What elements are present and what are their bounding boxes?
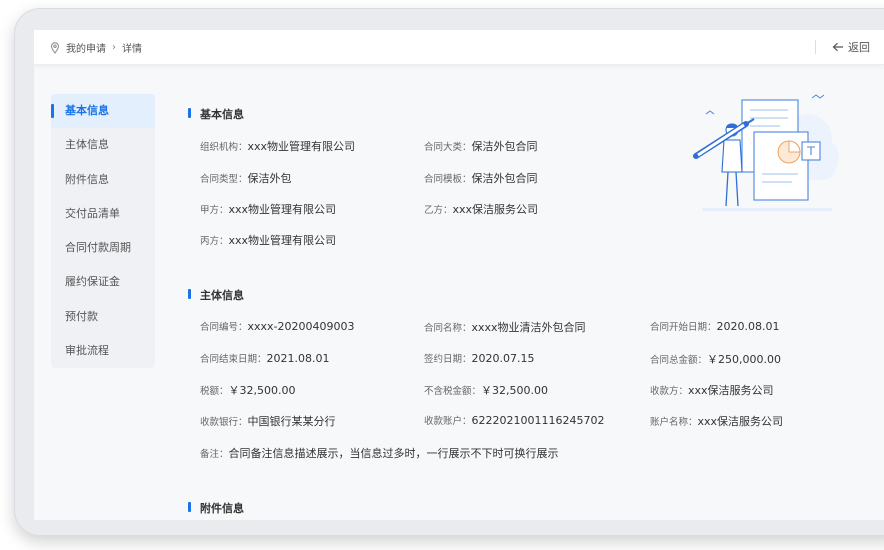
field-end-date: 合同结束日期：2021.08.01 bbox=[200, 351, 330, 365]
field-value: xxxx-20200409003 bbox=[247, 320, 355, 333]
field-account: 收款账户：6222021001116245702 bbox=[424, 413, 605, 427]
field-label: 合同模板： bbox=[424, 174, 472, 185]
breadcrumb: 我的申请 › 详情 bbox=[50, 40, 142, 55]
field-label: 收款账户： bbox=[424, 416, 472, 427]
field-contract-no: 合同编号：xxxx-20200409003 bbox=[200, 319, 355, 333]
sidebar-item-basic-info[interactable]: 基本信息 bbox=[51, 94, 155, 129]
field-account-name: 账户名称：xxx保洁服务公司 bbox=[650, 413, 783, 429]
section-title-basic: 基本信息 bbox=[188, 106, 244, 122]
field-value: 6222021001116245702 bbox=[471, 414, 605, 427]
sidebar-item-label: 预付款 bbox=[65, 309, 98, 323]
contract-illustration bbox=[693, 94, 839, 211]
field-contract-template: 合同模板：保洁外包合同 bbox=[424, 170, 538, 186]
sidebar-item-label: 合同付款周期 bbox=[65, 241, 131, 255]
location-pin-icon bbox=[50, 41, 60, 54]
field-label: 合同类型： bbox=[200, 174, 248, 185]
field-value: xxxx物业清洁外包合同 bbox=[471, 321, 586, 334]
field-value: 保洁外包 bbox=[247, 172, 292, 185]
section-title-subject: 主体信息 bbox=[188, 287, 244, 303]
field-value: 保洁外包合同 bbox=[471, 140, 538, 153]
field-label: 账户名称： bbox=[650, 417, 698, 428]
app-screen: 我的申请 › 详情 返回 基本信息 主体信息 附件信息 交付品清单 合同付款周期… bbox=[34, 30, 884, 520]
field-tax: 税额：￥32,500.00 bbox=[200, 382, 296, 398]
back-label: 返回 bbox=[848, 41, 870, 54]
sidebar-item-label: 交付品清单 bbox=[65, 206, 120, 220]
field-value: xxx保洁服务公司 bbox=[697, 415, 784, 428]
field-value: 2020.08.01 bbox=[716, 320, 780, 333]
field-label: 合同大类： bbox=[424, 142, 472, 153]
field-value: ￥32,500.00 bbox=[481, 384, 548, 397]
field-value: ￥32,500.00 bbox=[228, 384, 296, 397]
divider bbox=[815, 40, 816, 54]
field-label: 合同结束日期： bbox=[200, 354, 267, 365]
sidebar-nav: 基本信息 主体信息 附件信息 交付品清单 合同付款周期 履约保证金 预付款 审批… bbox=[51, 94, 155, 368]
sidebar-item-approval-flow[interactable]: 审批流程 bbox=[51, 334, 155, 368]
sidebar-item-attachments[interactable]: 附件信息 bbox=[51, 163, 155, 197]
field-value: ￥250,000.00 bbox=[707, 353, 781, 366]
breadcrumb-current: 详情 bbox=[122, 44, 142, 55]
field-sign-date: 签约日期：2020.07.15 bbox=[424, 351, 535, 365]
arrow-left-icon bbox=[832, 42, 843, 52]
field-label: 丙方： bbox=[200, 236, 229, 247]
breadcrumb-home-link[interactable]: 我的申请 bbox=[66, 40, 106, 55]
field-remark: 备注：合同备注信息描述展示，当信息过多时，一行展示不下时可换行展示 bbox=[200, 445, 559, 461]
field-party-b: 乙方：xxx保洁服务公司 bbox=[424, 201, 538, 217]
field-value: xxx物业管理有限公司 bbox=[228, 234, 337, 247]
field-value: 2020.07.15 bbox=[471, 352, 535, 365]
field-label: 备注： bbox=[200, 449, 229, 460]
field-label: 合同名称： bbox=[424, 323, 472, 334]
sidebar-item-subject-info[interactable]: 主体信息 bbox=[51, 128, 155, 162]
field-party-a: 甲方：xxx物业管理有限公司 bbox=[200, 201, 336, 217]
field-label: 税额： bbox=[200, 386, 229, 397]
field-label: 乙方： bbox=[424, 205, 453, 216]
back-button[interactable]: 返回 bbox=[832, 39, 870, 55]
field-value: 中国银行某某分行 bbox=[247, 415, 336, 428]
field-label: 签约日期： bbox=[424, 354, 472, 365]
field-label: 甲方： bbox=[200, 205, 229, 216]
field-value: 合同备注信息描述展示，当信息过多时，一行展示不下时可换行展示 bbox=[228, 447, 559, 460]
field-pre-tax-amount: 不含税金额：￥32,500.00 bbox=[424, 382, 548, 398]
sidebar-item-deliverables[interactable]: 交付品清单 bbox=[51, 197, 155, 231]
sidebar-item-label: 主体信息 bbox=[65, 138, 109, 152]
field-total-amount: 合同总金额：￥250,000.00 bbox=[650, 351, 781, 367]
field-label: 收款银行： bbox=[200, 417, 248, 428]
sidebar-item-label: 审批流程 bbox=[65, 344, 109, 358]
field-org: 组织机构：xxx物业管理有限公司 bbox=[200, 138, 355, 154]
top-bar: 我的申请 › 详情 返回 bbox=[34, 30, 884, 65]
chevron-right-icon: › bbox=[112, 42, 116, 53]
sidebar-item-payment-cycle[interactable]: 合同付款周期 bbox=[51, 231, 155, 265]
field-label: 不含税金额： bbox=[424, 386, 482, 397]
sidebar-item-label: 履约保证金 bbox=[65, 275, 120, 289]
field-value: 2021.08.01 bbox=[266, 352, 330, 365]
field-value: xxx保洁服务公司 bbox=[688, 384, 774, 397]
field-party-c: 丙方：xxx物业管理有限公司 bbox=[200, 232, 336, 248]
field-payee: 收款方：xxx保洁服务公司 bbox=[650, 382, 774, 398]
field-label: 组织机构： bbox=[200, 142, 248, 153]
field-contract-type: 合同类型：保洁外包 bbox=[200, 170, 292, 186]
field-label: 合同总金额： bbox=[650, 355, 708, 366]
field-label: 合同编号： bbox=[200, 322, 248, 333]
field-contract-name: 合同名称：xxxx物业清洁外包合同 bbox=[424, 319, 586, 335]
sidebar-item-label: 基本信息 bbox=[65, 104, 109, 117]
field-value: xxx保洁服务公司 bbox=[452, 203, 539, 216]
section-title-attachments: 附件信息 bbox=[188, 500, 244, 516]
field-label: 合同开始日期： bbox=[650, 322, 717, 333]
field-start-date: 合同开始日期：2020.08.01 bbox=[650, 319, 780, 333]
field-value: xxx物业管理有限公司 bbox=[247, 140, 356, 153]
field-contract-category: 合同大类：保洁外包合同 bbox=[424, 138, 538, 154]
sidebar-item-label: 附件信息 bbox=[65, 172, 109, 186]
field-value: xxx物业管理有限公司 bbox=[228, 203, 337, 216]
field-value: 保洁外包合同 bbox=[471, 172, 538, 185]
sidebar-item-prepayment[interactable]: 预付款 bbox=[51, 300, 155, 334]
field-label: 收款方： bbox=[650, 386, 689, 397]
sidebar-item-performance-bond[interactable]: 履约保证金 bbox=[51, 265, 155, 299]
field-bank: 收款银行：中国银行某某分行 bbox=[200, 413, 336, 429]
